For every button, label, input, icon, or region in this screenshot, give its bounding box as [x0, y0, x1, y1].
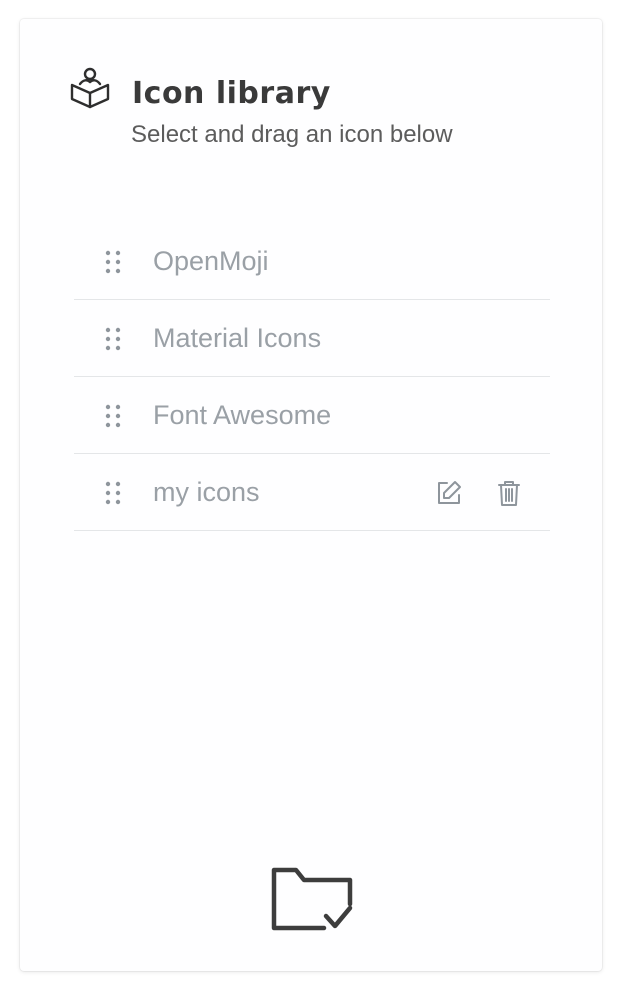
list-item[interactable]: Font Awesome — [74, 377, 550, 454]
list-item[interactable]: Material Icons — [74, 300, 550, 377]
drag-handle-icon[interactable] — [104, 403, 122, 429]
library-list: OpenMoji Material Icons Font Awesome my … — [74, 223, 550, 531]
edit-icon[interactable] — [434, 478, 464, 508]
list-item-label: my icons — [153, 477, 260, 507]
list-item-label: Material Icons — [153, 323, 322, 353]
drag-handle-icon[interactable] — [104, 480, 122, 506]
drag-handle-icon[interactable] — [104, 249, 122, 275]
folder-check-icon[interactable] — [268, 864, 356, 936]
list-item-label: OpenMoji — [153, 246, 269, 276]
page-title: Icon library — [132, 76, 331, 111]
page-subtitle: Select and drag an icon below — [131, 121, 453, 148]
list-item-label: Font Awesome — [153, 400, 332, 430]
trash-icon[interactable] — [494, 478, 524, 508]
reading-person-icon — [68, 65, 112, 109]
list-item[interactable]: OpenMoji — [74, 223, 550, 300]
icon-library-panel: Icon library Select and drag an icon bel… — [20, 19, 602, 971]
list-item[interactable]: my icons — [74, 454, 550, 531]
drag-handle-icon[interactable] — [104, 326, 122, 352]
